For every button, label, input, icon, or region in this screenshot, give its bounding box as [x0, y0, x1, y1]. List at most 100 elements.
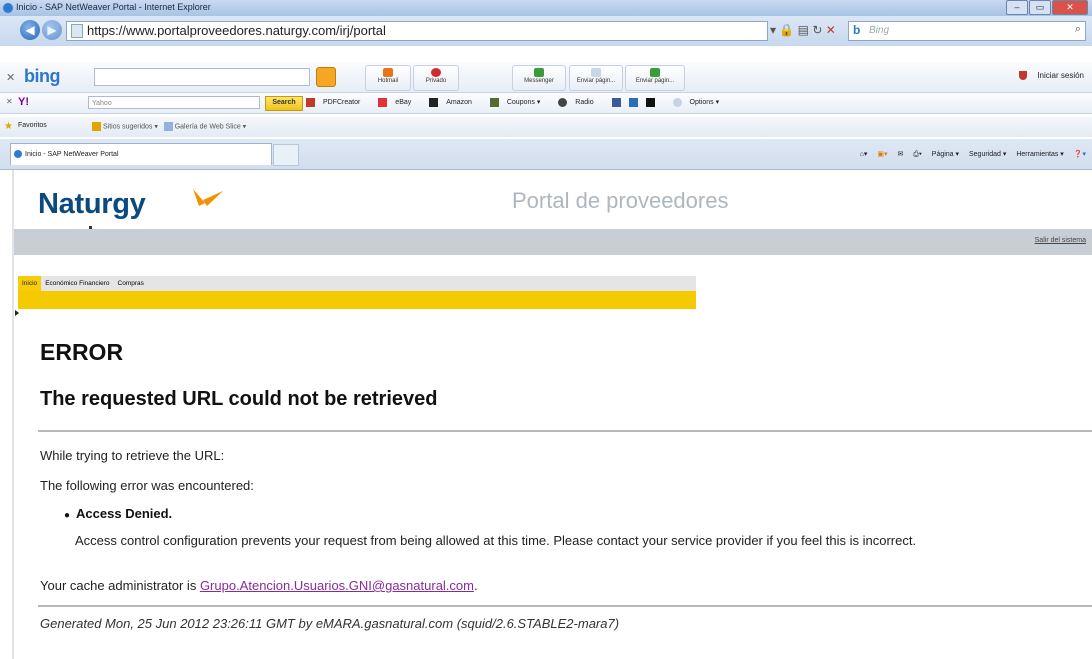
search-box[interactable]: b Bing ⌕	[848, 21, 1086, 41]
window-title: Inicio - SAP NetWeaver Portal - Internet…	[16, 2, 211, 12]
command-bar: ⌂▾ ▣▾ ✉ ⎙▾ Página ▾ Seguridad ▾ Herramie…	[852, 150, 1086, 159]
url-text: https://www.portalproveedores.naturgy.co…	[87, 23, 386, 38]
back-button[interactable]: ◀	[20, 20, 40, 40]
portal-title: Portal de proveedores	[512, 188, 729, 213]
stop-icon[interactable]: ✕	[826, 23, 836, 37]
mail-icon[interactable]: ✉	[897, 151, 903, 158]
pdfcreator-item[interactable]: PDFCreator	[306, 98, 368, 107]
bing-search-button[interactable]	[316, 67, 336, 87]
shield-icon	[1019, 71, 1028, 81]
page-content: Naturgy Portal de proveedores Salir del …	[0, 170, 1092, 659]
send-page-button[interactable]: Enviar págin...	[569, 65, 623, 91]
portal-subnav-bar	[18, 291, 696, 309]
admin-email-link[interactable]: Grupo.Atencion.Usuarios.GNI@gasnatural.c…	[200, 578, 474, 593]
coupons-icon	[489, 98, 499, 107]
tab-title: Inicio - SAP NetWeaver Portal	[25, 151, 119, 158]
app-icon-dark	[645, 98, 655, 107]
bing-search-input[interactable]	[94, 68, 310, 86]
retrieve-url-text: While trying to retrieve the URL:	[40, 448, 225, 463]
search-placeholder: Bing	[869, 25, 890, 36]
window-controls: – ▭ ✕	[1006, 0, 1088, 15]
cache-admin-prefix: Your cache administrator is	[40, 578, 200, 593]
suggested-sites-icon	[92, 122, 101, 131]
yahoo-toolbar: ✕ Y! Yahoo Search PDFCreator eBay Amazon…	[0, 93, 1092, 114]
refresh-icon[interactable]: ↻	[812, 23, 822, 37]
home-icon[interactable]: ⌂▾	[860, 151, 868, 158]
yahoo-items: PDFCreator eBay Amazon Coupons ▾ Radio O…	[306, 98, 735, 107]
error-encountered-text: The following error was encountered:	[40, 478, 254, 493]
social-icons[interactable]	[611, 98, 663, 107]
radio-item[interactable]: Radio	[558, 98, 601, 107]
ebay-icon	[378, 98, 388, 107]
bing-search-icon: b	[853, 23, 861, 37]
bing-signin[interactable]: Iniciar sesión	[1019, 71, 1084, 81]
messenger-label: Messenger	[524, 78, 554, 84]
ie-icon	[3, 3, 13, 13]
bing-logo: bing	[24, 66, 61, 86]
security-menu[interactable]: Seguridad ▾	[969, 151, 1006, 158]
tools-menu[interactable]: Herramientas ▾	[1016, 151, 1063, 158]
favorites-star-icon[interactable]: ★	[4, 121, 13, 132]
radio-label: Radio	[575, 99, 594, 107]
amazon-item[interactable]: Amazon	[429, 98, 480, 107]
web-slice-link[interactable]: Galería de Web Slice ▾	[175, 123, 246, 130]
nav-tab-inicio[interactable]: Inicio	[18, 276, 42, 291]
hotmail-icon	[383, 68, 393, 77]
hotmail-button[interactable]: Hotmail	[365, 65, 411, 91]
divider	[38, 430, 1092, 432]
coupons-item[interactable]: Coupons ▾	[489, 98, 548, 107]
cache-admin-text: Your cache administrator is Grupo.Atenci…	[40, 578, 478, 593]
generated-footer: Generated Mon, 25 Jun 2012 23:26:11 GMT …	[40, 616, 620, 631]
naturgy-butterfly-icon	[193, 189, 223, 206]
close-yahoo-toolbar-icon[interactable]: ✕	[6, 97, 13, 106]
access-denied-detail: Access control configuration prevents yo…	[75, 533, 917, 548]
minimize-button[interactable]: –	[1006, 0, 1028, 15]
private-icon	[431, 68, 441, 77]
web-slice-icon	[163, 122, 173, 131]
search-icon[interactable]: ⌕	[1075, 23, 1081, 36]
expand-arrow-icon[interactable]	[15, 310, 19, 316]
pdfcreator-label: PDFCreator	[323, 99, 361, 107]
close-button[interactable]: ✕	[1052, 0, 1088, 15]
ebay-item[interactable]: eBay	[378, 98, 419, 107]
options-item[interactable]: Options ▾	[672, 98, 728, 107]
print-icon[interactable]: ⎙▾	[913, 151, 922, 158]
logout-link[interactable]: Salir del sistema	[1035, 237, 1086, 244]
favorites-label[interactable]: Favoritos	[18, 122, 47, 129]
bing-toolbar: ✕ bing Hotmail Privado Messenger Enviar …	[0, 62, 1092, 93]
browser-window: Inicio - SAP NetWeaver Portal - Internet…	[0, 0, 1092, 659]
help-icon[interactable]: ❓▾	[1074, 151, 1086, 158]
portal-nav-tabs: Inicio Económico Financiero Compras	[18, 276, 696, 291]
bullet-icon: ●	[64, 510, 71, 521]
yahoo-search-button[interactable]: Search	[265, 96, 303, 111]
yahoo-search-input[interactable]: Yahoo	[88, 96, 260, 109]
maximize-button[interactable]: ▭	[1029, 0, 1051, 15]
yahoo-logo: Y!	[18, 96, 29, 108]
error-heading: ERROR	[40, 339, 124, 365]
page-menu[interactable]: Página ▾	[932, 151, 959, 158]
feeds-icon[interactable]: ▣▾	[877, 151, 887, 158]
new-tab-button[interactable]	[273, 144, 299, 166]
forward-button[interactable]: ▶	[42, 20, 62, 40]
close-toolbar-icon[interactable]: ✕	[6, 71, 15, 84]
compat-icon[interactable]: ▤	[798, 23, 809, 37]
nav-tab-compras[interactable]: Compras	[114, 276, 148, 291]
messenger-button[interactable]: Messenger	[512, 65, 566, 91]
dropdown-icon[interactable]: ▾	[770, 23, 776, 37]
lock-icon[interactable]: 🔒	[779, 23, 794, 37]
send-page-label: Enviar págin...	[576, 78, 616, 84]
suggested-sites-link[interactable]: Sitios sugeridos ▾	[103, 123, 158, 130]
page-icon	[71, 24, 83, 38]
options-icon	[672, 98, 682, 107]
send-page-button-2[interactable]: Enviar págin...	[625, 65, 685, 91]
private-label: Privado	[425, 78, 447, 84]
favorites-bar: ★ Favoritos Sitios sugeridos ▾ Galería d…	[0, 117, 1092, 137]
send-page-icon	[591, 68, 601, 77]
favorites-items: Sitios sugeridos ▾ Galería de Web Slice …	[92, 122, 246, 131]
amazon-label: Amazon	[446, 99, 472, 107]
private-button[interactable]: Privado	[413, 65, 459, 91]
options-label: Options ▾	[689, 99, 720, 107]
nav-tab-economico[interactable]: Económico Financiero	[41, 276, 113, 291]
address-bar[interactable]: https://www.portalproveedores.naturgy.co…	[66, 21, 768, 41]
tab-inicio[interactable]: Inicio - SAP NetWeaver Portal	[10, 143, 272, 165]
